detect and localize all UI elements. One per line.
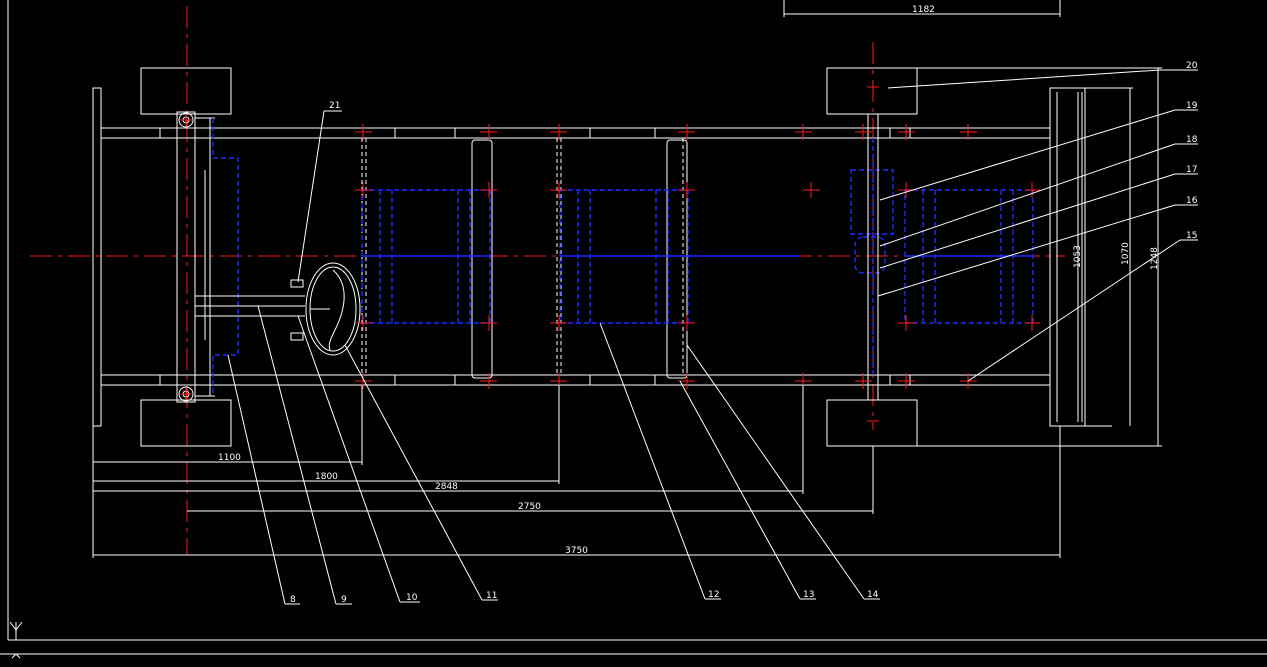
- chassis-drawing: 1182 1100 1800 2848 2750 3750 1053 1070 …: [0, 0, 1267, 659]
- callout-11: 11: [486, 591, 497, 601]
- callout-12: 12: [708, 590, 719, 600]
- leader-lines: [227, 69, 1198, 605]
- cross-members: [361, 138, 688, 379]
- callout-14: 14: [867, 590, 879, 600]
- wheel-rear-bottom: [826, 399, 918, 447]
- callout-10: 10: [406, 593, 418, 603]
- dim-1800: 1800: [315, 472, 338, 482]
- callout-labels: 20 19 18 17 16 15 21 8 9 10 11 12 13 14: [290, 61, 1198, 605]
- steering-link: [212, 118, 239, 396]
- callout-18: 18: [1186, 135, 1198, 145]
- callout-15: 15: [1186, 231, 1197, 241]
- steering-wheel: [305, 262, 361, 356]
- callout-8: 8: [290, 595, 296, 605]
- callout-19: 19: [1186, 101, 1198, 111]
- callout-21: 21: [329, 101, 340, 111]
- hidden-components: [361, 169, 1034, 324]
- wheels: [140, 67, 918, 447]
- callout-17: 17: [1186, 165, 1197, 175]
- steering-rods: [195, 279, 305, 341]
- callout-16: 16: [1186, 196, 1198, 206]
- wheel-front-top: [140, 67, 232, 115]
- dim-3750: 3750: [565, 546, 588, 556]
- wheel-front-bottom: [140, 399, 232, 447]
- callout-13: 13: [803, 590, 814, 600]
- front-plate: [92, 87, 102, 427]
- dim-1053: 1053: [1073, 245, 1083, 268]
- callout-9: 9: [341, 595, 347, 605]
- dim-top: 1182: [912, 5, 935, 15]
- cad-drawing-area[interactable]: 1182 1100 1800 2848 2750 3750 1053 1070 …: [0, 0, 1267, 662]
- rear-axle: [867, 114, 879, 400]
- viewport-frame: [0, 0, 1267, 655]
- centerlines: [30, 6, 1065, 555]
- wheel-rear-top: [826, 67, 918, 115]
- dim-2750: 2750: [518, 502, 541, 512]
- dim-2848: 2848: [435, 482, 458, 492]
- dim-1070: 1070: [1121, 242, 1131, 265]
- callout-20: 20: [1186, 61, 1198, 71]
- front-axle: [176, 111, 215, 403]
- dim-1100: 1100: [218, 453, 241, 463]
